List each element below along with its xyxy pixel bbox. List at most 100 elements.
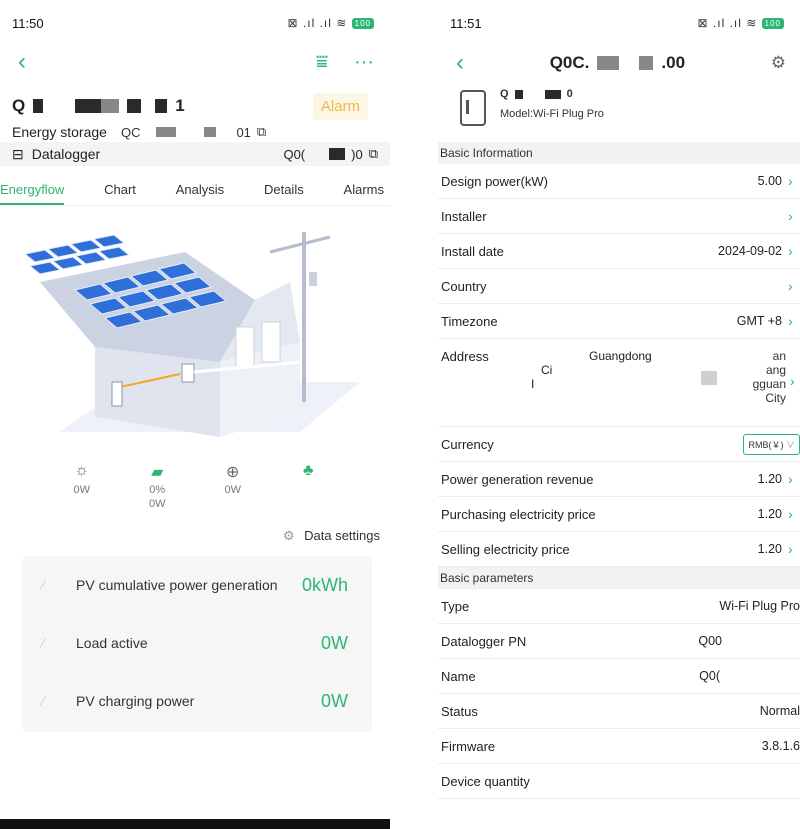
back-icon[interactable]: ‹ [18, 50, 26, 74]
redaction [514, 89, 523, 99]
row-value: 1.20 [757, 507, 782, 521]
tab-chart[interactable]: Chart [104, 174, 136, 205]
summary-card: ⁄ PV cumulative power generation 0kWh ⁄ … [22, 556, 372, 732]
grid-stat: ⊕ 0W [203, 462, 263, 510]
inverter [181, 363, 195, 383]
chevron-right-icon: › [788, 278, 793, 294]
pole-transformer [309, 272, 317, 286]
basic-info-header: Basic Information [438, 142, 800, 164]
row-label: Name [441, 668, 476, 684]
name-row: Name Q0( [438, 659, 800, 694]
gear-icon[interactable]: ⚙ [771, 53, 786, 73]
row-label: Firmware [441, 738, 496, 754]
row-label: Type [441, 598, 470, 614]
row-value: Wi-Fi Plug Pro [719, 599, 800, 613]
right-screen: 11:51 ⊠ .ıl .ıl ≋ 100 ‹ Q0C. .00 ⚙ Q 0 M… [438, 0, 800, 829]
system-icons: ⊠ .ıl .ıl ≋ 100 [698, 16, 784, 30]
redaction [329, 148, 346, 160]
row-value-wrap: Q00 [698, 634, 800, 648]
country-row[interactable]: Country › [438, 269, 800, 304]
device-header: Q 0 Model:Wi-Fi Plug Pro [438, 80, 800, 142]
row-value: Normal [759, 704, 800, 718]
tab-analysis[interactable]: Analysis [176, 174, 224, 205]
address-district-start: I [531, 377, 535, 391]
address-value: Guangdong Ci I [531, 349, 753, 419]
battery-icon: ▰ [151, 464, 164, 481]
plant-stat: ♣ [278, 462, 338, 510]
installer-row[interactable]: Installer › [438, 199, 800, 234]
more-icon[interactable]: ··· [354, 51, 374, 74]
card-row: ⁄ PV charging power 0W [42, 672, 372, 730]
left-screen: 11:50 ⊠ .ıl .ıl ≋ 100 ‹ ⩸ ··· Q 1 Alarm … [0, 0, 390, 829]
address-line: an [772, 349, 786, 363]
redaction [155, 99, 168, 113]
device-model: Model:Wi-Fi Plug Pro [500, 108, 604, 120]
install-date-row[interactable]: Install date 2024-09-02 › [438, 234, 800, 269]
row-value: Q0( [699, 669, 720, 683]
row-label: Installer [441, 208, 487, 224]
purchasing-price-row[interactable]: Purchasing electricity price 1.20 › [438, 497, 800, 532]
back-icon[interactable]: ‹ [456, 51, 464, 75]
copy-icon[interactable]: ⧉ [257, 124, 266, 140]
card-value: 0kWh [301, 574, 348, 595]
row-value: 3.8.1.6 [761, 739, 800, 753]
datalogger-pn-row: Datalogger PN Q00 [438, 624, 800, 659]
status-time: 11:51 [450, 15, 482, 31]
chevron-right-icon: › [788, 243, 793, 259]
device-sn: Q 0 [500, 88, 604, 100]
redaction [204, 127, 217, 137]
copy-icon[interactable]: ⧉ [369, 146, 378, 162]
data-settings-link[interactable]: ⚙ Data settings [0, 528, 390, 544]
card-label: PV cumulative power generation [76, 577, 278, 593]
device-quantity-row: Device quantity [438, 764, 800, 799]
row-label: Currency [441, 436, 494, 452]
currency-row[interactable]: Currency RMB(￥) ∨ [438, 427, 800, 462]
redaction [544, 89, 561, 99]
timezone-row[interactable]: Timezone GMT +8 › [438, 304, 800, 339]
leaf-icon: ⁄ [42, 693, 45, 709]
card-label: PV charging power [76, 693, 195, 709]
signal-icon: ⊠ .ıl .ıl ≋ [287, 16, 348, 30]
address-row[interactable]: Address Guangdong Ci I an ang gguan City… [438, 339, 800, 427]
tab-details[interactable]: Details [264, 174, 304, 205]
chevron-down-icon: ∨ [785, 439, 795, 450]
row-label: Design power(kW) [441, 173, 548, 189]
battery-status-icon: 100 [351, 18, 374, 30]
energy-storage-label: Energy storage [12, 124, 107, 140]
filter-settings-icon[interactable]: ⩸ [316, 51, 328, 74]
type-row: Type Wi-Fi Plug Pro [438, 589, 800, 624]
selling-price-row[interactable]: Selling electricity price 1.20 › [438, 532, 800, 567]
address-city-start: Ci [541, 363, 553, 377]
design-power-row[interactable]: Design power(kW) 5.00 › [438, 164, 800, 199]
bottom-bar [0, 819, 390, 829]
address-line: ang [765, 363, 786, 377]
row-label: Purchasing electricity price [441, 506, 596, 522]
redaction [597, 56, 620, 70]
alarm-button[interactable]: Alarm [312, 92, 368, 120]
plant-name: Q 1 [12, 96, 185, 116]
tab-energyflow[interactable]: Energyflow [0, 174, 65, 205]
row-value: 5.00 [757, 174, 782, 188]
plant-name-end: 1 [175, 96, 185, 115]
currency-select[interactable]: RMB(￥) ∨ [743, 433, 800, 455]
chevron-right-icon: › [788, 541, 793, 557]
datalogger-row: ⊟ Datalogger Q0( )0 ⧉ [0, 142, 390, 166]
card-value: 0W [321, 632, 348, 653]
redaction [75, 99, 102, 113]
title-end: .00 [661, 53, 686, 72]
datalogger-label: Datalogger [31, 146, 101, 162]
revenue-row[interactable]: Power generation revenue 1.20 › [438, 462, 800, 497]
chevron-right-icon: › [788, 173, 793, 189]
firmware-row: Firmware 3.8.1.6 [438, 729, 800, 764]
title-start: Q0C. [549, 53, 590, 72]
plug-device-icon [460, 90, 486, 126]
row-label: Timezone [441, 313, 498, 329]
battery-power: 0W [149, 498, 166, 510]
redaction [127, 99, 142, 113]
row-label: Install date [441, 243, 504, 259]
energy-stats: ☼ 0W ▰ 0% 0W ⊕ 0W ♣ [0, 462, 390, 510]
tab-bar: Energyflow Chart Analysis Details Alarms [0, 174, 390, 206]
tab-alarms[interactable]: Alarms [344, 174, 384, 205]
redaction [156, 127, 177, 137]
row-value: GMT +8 [736, 314, 782, 328]
